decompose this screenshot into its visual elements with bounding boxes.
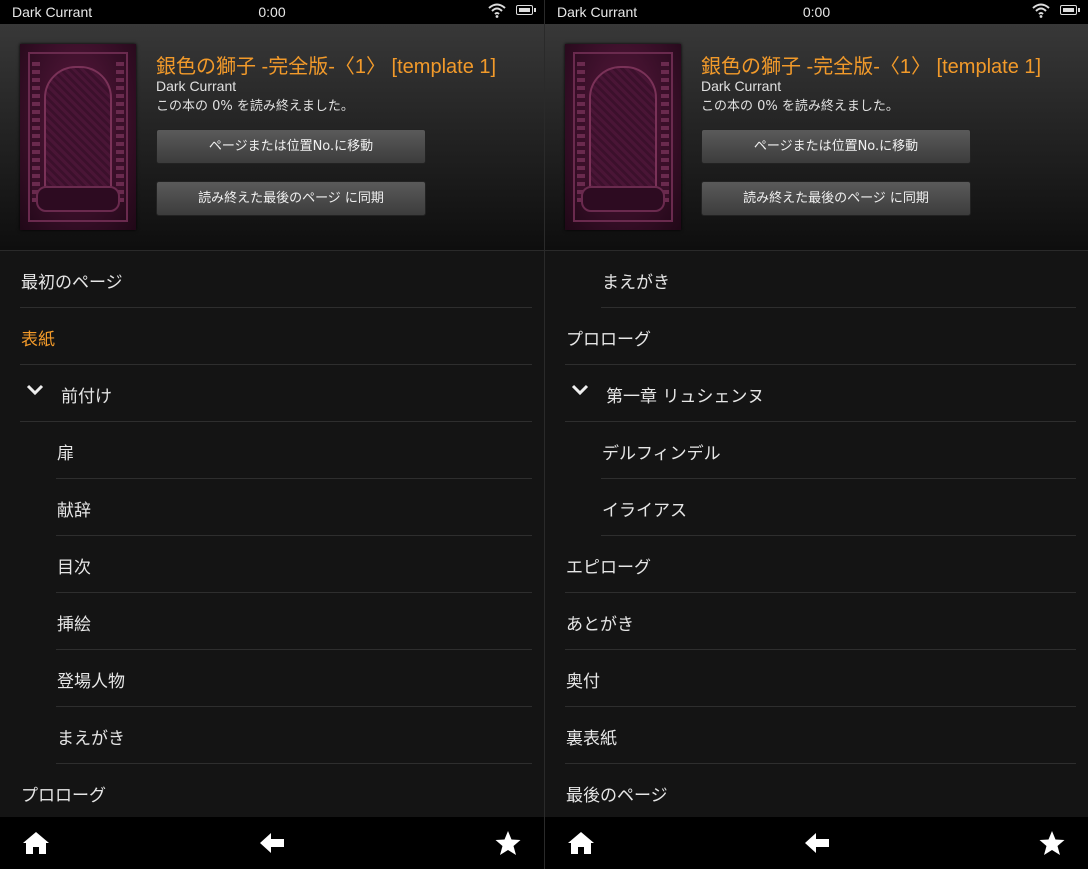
table-of-contents: 最初のページ 表紙前付け扉献辞目次挿絵登場人物まえがきプロローグ — [0, 251, 544, 821]
toc-item-label: デルフィンデル — [602, 444, 721, 464]
toc-item-label: 扉 — [57, 444, 74, 464]
sync-last-page-button[interactable]: 読み終えた最後のページ に同期 — [156, 181, 426, 216]
toc-item-label: 前付け — [61, 387, 112, 407]
toc-item-label: 裏表紙 — [566, 729, 617, 749]
book-header: 銀色の獅子 -完全版-〈1〉 [template 1] Dark Currant… — [545, 24, 1088, 251]
toc-item[interactable]: 目次 — [0, 536, 544, 593]
toc-item-label: あとがき — [566, 615, 634, 635]
chevron-down-icon[interactable] — [571, 383, 589, 397]
home-icon[interactable] — [22, 830, 50, 856]
toc-item-label: まえがき — [602, 273, 670, 293]
toc-item[interactable]: 奥付 — [545, 650, 1088, 707]
status-clock: 0:00 — [258, 4, 286, 20]
status-clock: 0:00 — [802, 4, 831, 20]
toc-item[interactable]: 最後のページ — [545, 764, 1088, 821]
battery-icon — [516, 5, 536, 15]
chevron-down-icon[interactable] — [26, 383, 44, 397]
toc-item-label: 最後のページ — [566, 786, 668, 806]
battery-icon — [1060, 5, 1080, 15]
sync-last-page-button[interactable]: 読み終えた最後のページ に同期 — [701, 181, 971, 216]
book-header: 銀色の獅子 -完全版-〈1〉 [template 1] Dark Currant… — [0, 24, 544, 251]
back-arrow-icon[interactable] — [803, 830, 831, 856]
toc-item[interactable]: 扉 — [0, 422, 544, 479]
toc-item[interactable]: 献辞 — [0, 479, 544, 536]
go-to-page-button[interactable]: ページまたは位置No.に移動 — [156, 129, 426, 164]
toc-item-label: 登場人物 — [57, 672, 125, 692]
toc-item-label: 奥付 — [566, 672, 600, 692]
bottom-nav-bar — [545, 817, 1088, 869]
book-author: Dark Currant — [156, 78, 237, 94]
toc-item[interactable]: デルフィンデル — [545, 422, 1088, 479]
book-cover-image — [565, 44, 681, 230]
toc-item[interactable]: あとがき — [545, 593, 1088, 650]
toc-item-label: 最初のページ — [21, 273, 123, 293]
toc-item[interactable]: まえがき — [545, 251, 1088, 308]
toc-item[interactable]: エピローグ — [545, 536, 1088, 593]
book-author: Dark Currant — [701, 78, 782, 94]
bottom-nav-bar — [0, 817, 544, 869]
left-screen: Dark Currant 0:00 銀色の獅子 -完全版-〈1〉 [templa… — [0, 0, 544, 869]
go-to-page-button[interactable]: ページまたは位置No.に移動 — [701, 129, 971, 164]
back-arrow-icon[interactable] — [258, 830, 286, 856]
wifi-icon — [1032, 3, 1050, 18]
toc-item[interactable]: 第一章 リュシェンヌ — [545, 365, 1088, 422]
toc-item[interactable]: 最初のページ — [0, 251, 544, 308]
reading-progress-text: この本の 0% を読み終えました。 — [156, 99, 354, 114]
toc-item[interactable]: プロローグ — [0, 764, 544, 821]
toc-item-label: 第一章 リュシェンヌ — [606, 387, 765, 407]
home-icon[interactable] — [567, 830, 595, 856]
toc-item-label: 献辞 — [57, 501, 91, 521]
book-title: 銀色の獅子 -完全版-〈1〉 [template 1] — [701, 56, 1042, 78]
toc-item[interactable]: 前付け — [0, 365, 544, 422]
toc-item-label: 挿絵 — [57, 615, 91, 635]
toc-item[interactable]: 裏表紙 — [545, 707, 1088, 764]
toc-item[interactable]: 表紙 — [0, 308, 544, 365]
toc-item[interactable]: プロローグ — [545, 308, 1088, 365]
toc-item-label: イライアス — [602, 501, 687, 521]
toc-item-label: エピローグ — [566, 558, 651, 578]
toc-item-label: 表紙 — [21, 330, 55, 350]
toc-item-label: プロローグ — [566, 330, 651, 350]
toc-item-label: プロローグ — [21, 786, 106, 806]
star-icon[interactable] — [494, 830, 522, 856]
toc-item-label: 目次 — [57, 558, 91, 578]
status-bar: Dark Currant 0:00 — [0, 0, 544, 24]
status-bar: Dark Currant 0:00 — [545, 0, 1088, 24]
table-of-contents: まえがきプロローグ第一章 リュシェンヌデルフィンデル イライアスエピローグあとがき… — [545, 251, 1088, 821]
book-cover-image — [20, 44, 136, 230]
wifi-icon — [488, 3, 506, 18]
star-icon[interactable] — [1038, 830, 1066, 856]
right-screen: Dark Currant 0:00 銀色の獅子 -完全版-〈1〉 [templa… — [544, 0, 1088, 869]
toc-item[interactable]: 挿絵 — [0, 593, 544, 650]
toc-item[interactable]: イライアス — [545, 479, 1088, 536]
toc-item[interactable]: まえがき — [0, 707, 544, 764]
book-title: 銀色の獅子 -完全版-〈1〉 [template 1] — [156, 56, 497, 78]
toc-item[interactable]: 登場人物 — [0, 650, 544, 707]
toc-item-label: まえがき — [57, 729, 125, 749]
reading-progress-text: この本の 0% を読み終えました。 — [701, 99, 899, 114]
